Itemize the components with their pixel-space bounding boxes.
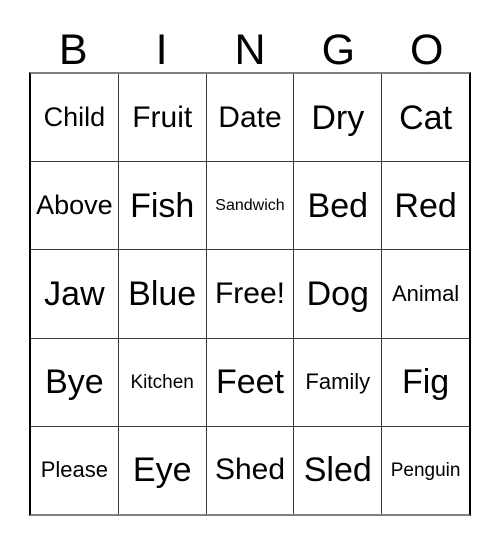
bingo-header-letter-i: I xyxy=(155,26,168,74)
bingo-cell[interactable]: Jaw xyxy=(31,250,119,338)
bingo-cell-label: Bye xyxy=(45,363,104,402)
bingo-cell-label: Please xyxy=(40,457,109,483)
bingo-cell[interactable]: Fish xyxy=(118,162,207,250)
bingo-row: Bye Kitchen Feet Family Fig xyxy=(31,338,469,427)
bingo-cell[interactable]: Please xyxy=(31,426,119,515)
bingo-cell-label: Fruit xyxy=(132,100,193,134)
bingo-row: Above Fish Sandwich Bed Red xyxy=(31,162,469,251)
bingo-cell[interactable]: Red xyxy=(382,162,469,250)
bingo-row: Jaw Blue Free! Dog Animal xyxy=(31,250,469,339)
bingo-cell-label: Shed xyxy=(214,453,286,487)
bingo-cell-label: Above xyxy=(36,190,113,221)
bingo-header-letter-g: G xyxy=(321,26,356,74)
bingo-cell-label: Date xyxy=(218,100,282,134)
bingo-cell-label: Dog xyxy=(306,275,369,313)
bingo-cell[interactable]: Child xyxy=(31,74,119,162)
bingo-cell[interactable]: Blue xyxy=(118,250,207,338)
bingo-cell[interactable]: Sandwich xyxy=(206,162,295,250)
bingo-cell[interactable]: Eye xyxy=(118,426,207,515)
bingo-grid: Child Fruit Date Dry Cat Above Fish Sand… xyxy=(29,72,471,516)
bingo-cell[interactable]: Cat xyxy=(382,74,469,162)
bingo-cell-label: Eye xyxy=(132,451,192,490)
bingo-cell-label: Sled xyxy=(303,451,372,490)
bingo-cell[interactable]: Dog xyxy=(294,250,383,338)
bingo-header-row: B I N G O xyxy=(29,16,471,72)
bingo-cell[interactable]: Fruit xyxy=(118,74,207,162)
bingo-cell-label: Family xyxy=(305,369,371,395)
bingo-cell[interactable]: Sled xyxy=(294,426,383,515)
bingo-cell[interactable]: Animal xyxy=(382,250,469,338)
bingo-cell-free[interactable]: Free! xyxy=(206,250,295,338)
bingo-header-letter-o: O xyxy=(410,26,444,74)
bingo-cell[interactable]: Date xyxy=(206,74,295,162)
bingo-cell-label: Dry xyxy=(311,98,365,137)
bingo-cell-label: Kitchen xyxy=(130,371,194,393)
bingo-cell[interactable]: Fig xyxy=(382,338,469,426)
bingo-cell[interactable]: Kitchen xyxy=(118,338,207,426)
bingo-cell[interactable]: Bed xyxy=(294,162,383,250)
bingo-cell-label: Animal xyxy=(391,281,460,306)
bingo-cell[interactable]: Bye xyxy=(31,338,119,426)
bingo-cell-label: Sandwich xyxy=(215,196,285,214)
bingo-cell-label: Cat xyxy=(399,98,453,137)
bingo-cell[interactable]: Above xyxy=(31,162,119,250)
bingo-cell[interactable]: Shed xyxy=(206,426,295,515)
bingo-cell-label: Fish xyxy=(130,186,195,225)
bingo-cell-label: Fig xyxy=(401,363,450,402)
bingo-row: Please Eye Shed Sled Penguin xyxy=(31,426,469,515)
bingo-row: Child Fruit Date Dry Cat xyxy=(31,74,469,163)
bingo-cell-label: Jaw xyxy=(44,275,105,313)
bingo-cell[interactable]: Feet xyxy=(206,338,295,426)
bingo-cell-label: Penguin xyxy=(390,459,461,481)
bingo-header-letter-n: N xyxy=(234,26,266,74)
bingo-cell[interactable]: Family xyxy=(294,338,383,426)
bingo-cell[interactable]: Dry xyxy=(294,74,383,162)
bingo-cell-label: Child xyxy=(43,102,106,133)
bingo-cell-label: Free! xyxy=(214,277,285,310)
bingo-cell-label: Bed xyxy=(307,186,369,225)
bingo-cell[interactable]: Penguin xyxy=(382,426,469,515)
bingo-cell-label: Blue xyxy=(128,275,197,313)
bingo-header-letter-b: B xyxy=(58,26,88,74)
bingo-cell-label: Feet xyxy=(215,363,285,402)
bingo-card: B I N G O Child Fruit Date Dry Cat Above… xyxy=(29,16,471,516)
bingo-cell-label: Red xyxy=(394,186,457,225)
